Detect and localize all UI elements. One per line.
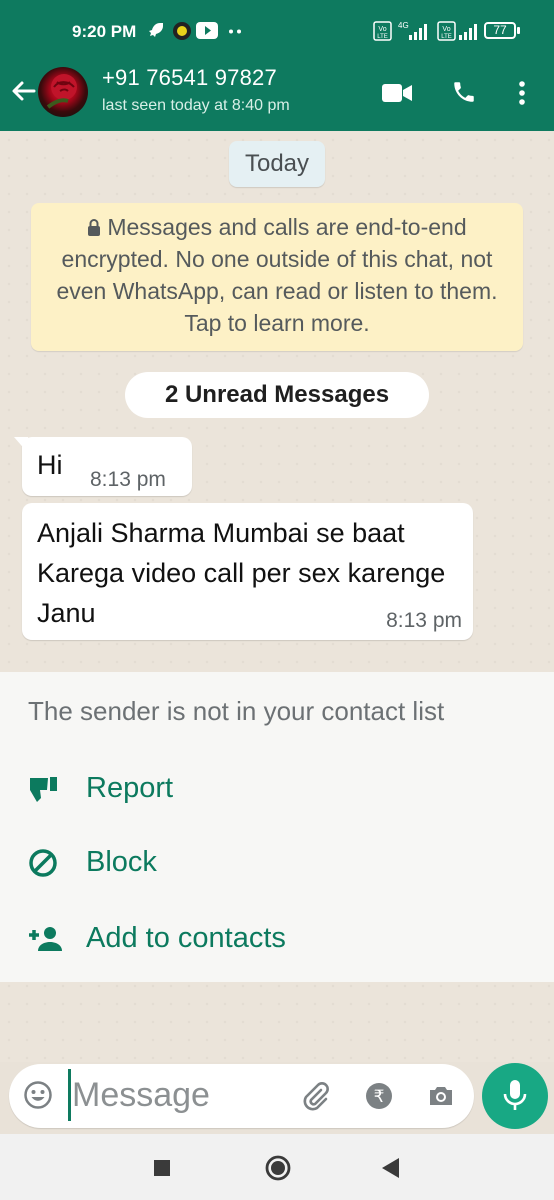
thumbs-down-icon: [30, 777, 57, 802]
contact-name[interactable]: +91 76541 97827: [102, 65, 277, 91]
block-icon: [29, 849, 57, 877]
svg-text:Vo: Vo: [442, 26, 450, 33]
status-time: 9:20 PM: [72, 22, 137, 41]
camera-icon[interactable]: [426, 1081, 456, 1111]
back-triangle-icon[interactable]: [381, 1157, 401, 1179]
add-to-contacts-label: Add to contacts: [86, 922, 286, 954]
svg-text:₹: ₹: [374, 1087, 385, 1107]
svg-text:LTE: LTE: [377, 34, 388, 40]
message-bubble[interactable]: Anjali Sharma Mumbai se baat Karega vide…: [22, 503, 473, 640]
message-time: 8:13 pm: [90, 468, 166, 491]
unread-messages-badge: 2 Unread Messages: [125, 372, 429, 418]
battery-tip: [517, 27, 520, 34]
signal-volte-2-icon: Vo LTE: [437, 21, 477, 41]
recents-square-icon[interactable]: [153, 1159, 171, 1177]
report-label: Report: [86, 772, 174, 804]
report-button[interactable]: Report: [28, 764, 528, 814]
add-to-contacts-button[interactable]: Add to contacts: [28, 914, 528, 964]
more-notifications-icon: [229, 29, 241, 34]
status-bar: 9:20 PM Vo LTE 4G Vo LTE 77: [0, 0, 554, 62]
block-label: Block: [86, 846, 157, 878]
encryption-notice-text: Messages and calls are end-to-end encryp…: [56, 214, 498, 336]
payment-rupee-icon[interactable]: ₹: [364, 1081, 394, 1111]
video-call-icon[interactable]: [381, 82, 413, 104]
svg-text:4G: 4G: [398, 21, 409, 30]
add-person-icon: [29, 927, 62, 951]
message-composer: ₹: [9, 1064, 474, 1128]
chat-header: +91 76541 97827 last seen today at 8:40 …: [0, 62, 554, 131]
more-options-icon[interactable]: [517, 80, 527, 106]
battery-icon: 77: [484, 22, 516, 39]
home-circle-icon[interactable]: [264, 1154, 292, 1182]
voice-message-button[interactable]: [482, 1063, 548, 1129]
block-button[interactable]: Block: [28, 838, 528, 888]
signal-volte-1-icon: Vo LTE 4G: [373, 21, 427, 41]
svg-text:LTE: LTE: [441, 34, 452, 40]
contact-avatar[interactable]: [38, 67, 88, 117]
back-arrow-icon[interactable]: [8, 76, 38, 106]
attachment-icon[interactable]: [301, 1081, 331, 1111]
rose-avatar-image: [46, 74, 77, 109]
voice-call-icon[interactable]: [451, 79, 477, 105]
not-in-contacts-notice: The sender is not in your contact list: [28, 696, 445, 726]
bubble-tail: [14, 437, 28, 453]
message-text: Hi: [37, 450, 63, 480]
battery-level: 77: [493, 23, 507, 37]
date-chip: Today: [229, 141, 325, 187]
system-navigation-bar: [0, 1134, 554, 1200]
lock-icon: [88, 219, 101, 236]
microphone-icon: [503, 1080, 527, 1110]
text-caret: [68, 1069, 71, 1121]
unknown-sender-panel: The sender is not in your contact list R…: [0, 672, 554, 982]
message-time: 8:13 pm: [386, 609, 462, 632]
rocket-icon: [149, 23, 163, 37]
message-input[interactable]: [72, 1069, 292, 1121]
last-seen-status: last seen today at 8:40 pm: [102, 97, 290, 114]
record-icon: [173, 22, 191, 40]
message-bubble[interactable]: Hi 8:13 pm: [14, 437, 192, 496]
encryption-notice[interactable]: Messages and calls are end-to-end encryp…: [31, 203, 523, 351]
emoji-icon[interactable]: [23, 1080, 53, 1110]
youtube-icon: [196, 22, 218, 39]
svg-text:Vo: Vo: [378, 26, 386, 33]
